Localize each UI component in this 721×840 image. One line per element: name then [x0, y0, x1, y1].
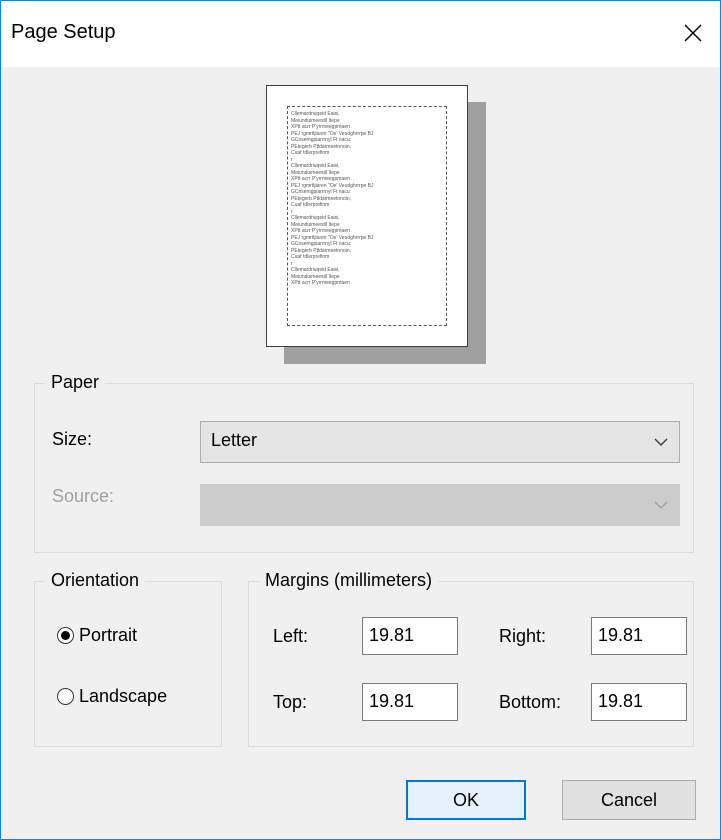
paper-legend: Paper: [45, 372, 106, 393]
close-icon: [684, 24, 702, 42]
portrait-radio[interactable]: Portrait: [57, 625, 137, 646]
source-label: Source:: [52, 486, 115, 506]
bottom-margin-label: Bottom:: [499, 692, 562, 712]
left-margin-input[interactable]: 19.81: [362, 617, 458, 655]
bottom-margin-input[interactable]: 19.81: [591, 683, 687, 721]
orientation-group: Orientation Portrait Landscape: [34, 570, 222, 747]
size-select-value: Letter: [211, 430, 258, 450]
portrait-label: Portrait: [79, 625, 138, 645]
right-margin-label: Right:: [499, 626, 547, 646]
close-button[interactable]: [673, 13, 713, 53]
size-label: Size:: [52, 429, 93, 449]
window-title: Page Setup: [11, 21, 116, 43]
title-bar[interactable]: Page Setup: [1, 1, 720, 67]
cancel-button[interactable]: Cancel: [562, 780, 696, 820]
page-setup-dialog: Page Setup Cllemardriuqeid Eaisi, Meiundu…: [0, 0, 721, 840]
page-preview: Cllemardriuqeid Eaisi, Meiunduimeestil It…: [266, 85, 468, 347]
paper-group: Paper Size: Letter Source:: [34, 372, 694, 553]
radio-selected-dot: [61, 631, 70, 640]
right-margin-input[interactable]: 19.81: [591, 617, 687, 655]
orientation-legend: Orientation: [45, 570, 146, 591]
chevron-down-icon: [654, 438, 668, 446]
margins-group: Margins (millimeters) Left: 19.81 Right:…: [248, 570, 694, 747]
left-margin-label: Left:: [273, 626, 309, 646]
preview-sample-line: XPtt acrr P'yrrmeegpmaen: [291, 280, 350, 286]
portrait-radio-button[interactable]: [57, 627, 74, 644]
source-select[interactable]: [200, 484, 680, 526]
preview-margin-outline: Cllemardriuqeid Eaisi, Meiunduimeestil It…: [287, 106, 447, 326]
top-margin-label: Top:: [273, 692, 308, 712]
landscape-label: Landscape: [79, 686, 168, 706]
landscape-radio[interactable]: Landscape: [57, 686, 167, 707]
top-margin-input[interactable]: 19.81: [362, 683, 458, 721]
ok-button[interactable]: OK: [406, 780, 526, 820]
chevron-down-icon: [654, 501, 668, 509]
landscape-radio-button[interactable]: [57, 688, 74, 705]
margins-legend: Margins (millimeters): [259, 570, 439, 591]
size-select[interactable]: Letter: [200, 421, 680, 463]
